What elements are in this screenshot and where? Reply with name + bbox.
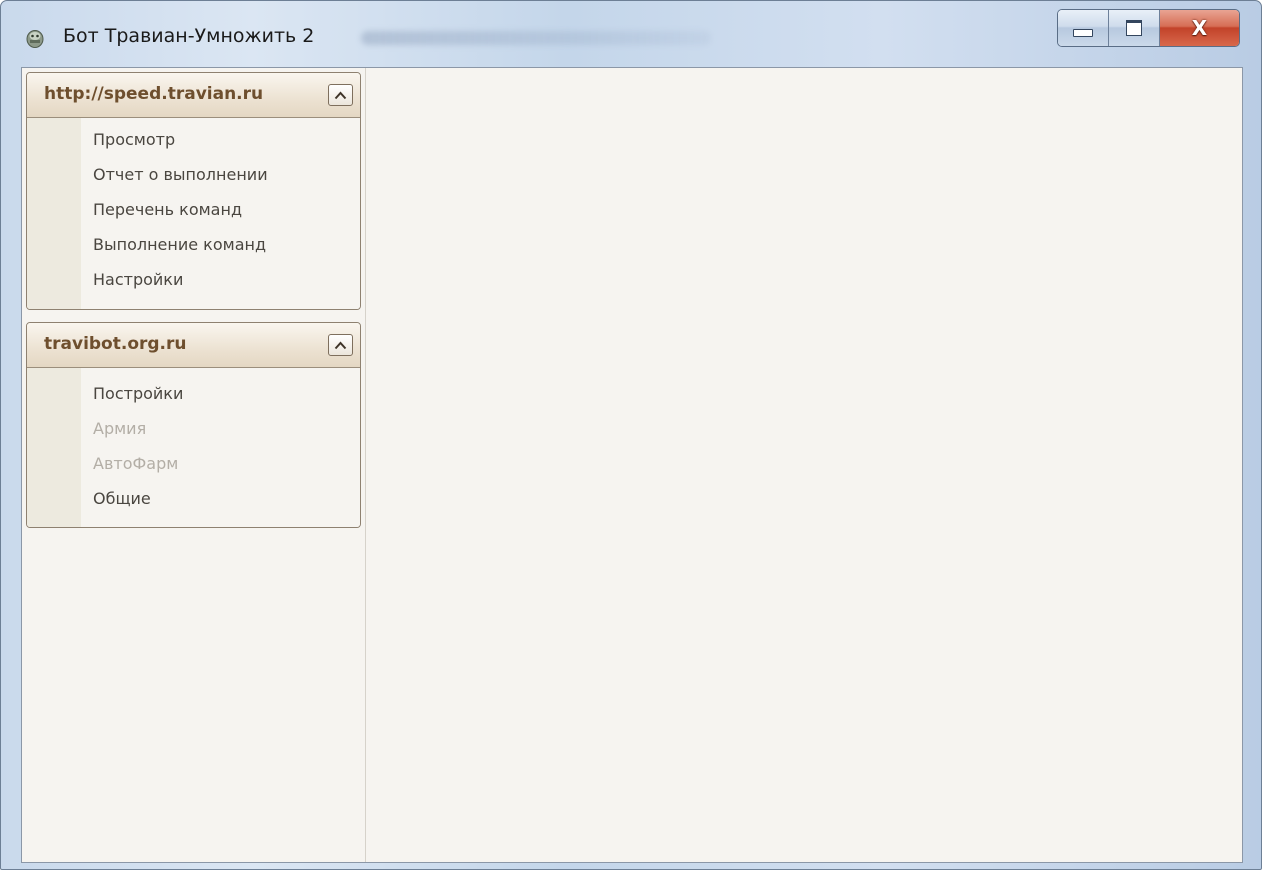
group-header[interactable]: http://speed.travian.ru bbox=[27, 73, 360, 118]
main-content-area bbox=[366, 68, 1242, 862]
title-bar[interactable]: Бот Травиан-Умножить 2 X bbox=[1, 1, 1261, 67]
menu-item-settings[interactable]: Настройки bbox=[93, 262, 360, 297]
menu-item-report[interactable]: Отчет о выполнении bbox=[93, 157, 360, 192]
chevron-up-icon bbox=[334, 91, 347, 99]
menu-item-command-list[interactable]: Перечень команд bbox=[93, 192, 360, 227]
group-header[interactable]: travibot.org.ru bbox=[27, 323, 360, 368]
group-strip bbox=[27, 118, 81, 309]
maximize-button[interactable] bbox=[1109, 10, 1160, 46]
group-title: travibot.org.ru bbox=[44, 334, 187, 354]
minimize-button[interactable] bbox=[1058, 10, 1109, 46]
menu-item-view[interactable]: Просмотр bbox=[93, 122, 360, 157]
close-button[interactable]: X bbox=[1160, 10, 1239, 46]
maximize-icon bbox=[1126, 20, 1142, 36]
client-area: http://speed.travian.ru Просмотр Отчет о… bbox=[21, 67, 1243, 863]
caption-buttons: X bbox=[1057, 9, 1240, 47]
window-title: Бот Травиан-Умножить 2 bbox=[63, 25, 315, 47]
menu-item-autofarm: АвтоФарм bbox=[93, 454, 179, 473]
chevron-up-icon bbox=[334, 341, 347, 349]
task-pane: http://speed.travian.ru Просмотр Отчет о… bbox=[22, 68, 366, 862]
application-window: Бот Травиан-Умножить 2 X http://speed.tr… bbox=[0, 0, 1262, 870]
minimize-icon bbox=[1073, 29, 1093, 37]
menu-item-buildings[interactable]: Постройки bbox=[93, 376, 360, 411]
collapse-button[interactable] bbox=[328, 334, 353, 356]
group-strip bbox=[27, 368, 81, 527]
title-blur-decoration bbox=[361, 31, 711, 45]
group-speed-travian: http://speed.travian.ru Просмотр Отчет о… bbox=[26, 72, 361, 310]
close-icon: X bbox=[1191, 16, 1208, 40]
menu-item-army: Армия bbox=[93, 419, 147, 438]
group-title: http://speed.travian.ru bbox=[44, 84, 264, 104]
menu-item-command-execution[interactable]: Выполнение команд bbox=[93, 227, 360, 262]
group-body: Постройки Армия АвтоФарм Общие bbox=[27, 368, 360, 527]
collapse-button[interactable] bbox=[328, 84, 353, 106]
group-body: Просмотр Отчет о выполнении Перечень ком… bbox=[27, 118, 360, 309]
group-travibot: travibot.org.ru Постройки Армия АвтоФарм… bbox=[26, 322, 361, 528]
app-icon[interactable] bbox=[24, 27, 46, 49]
menu-item-general[interactable]: Общие bbox=[93, 481, 360, 516]
